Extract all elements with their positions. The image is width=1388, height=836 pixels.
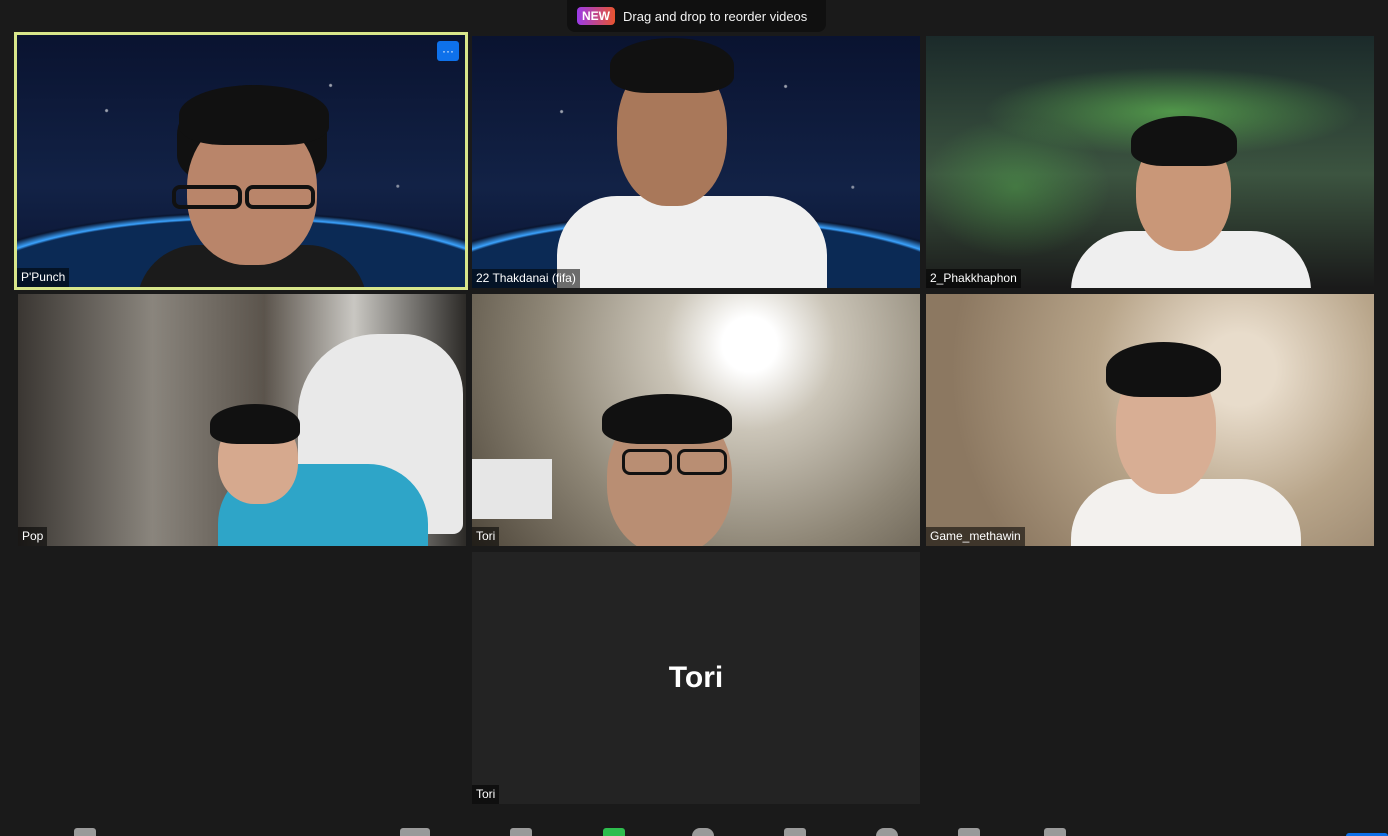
chat-icon[interactable] xyxy=(510,828,532,836)
video-tile-pop[interactable]: Pop xyxy=(18,294,466,546)
record-icon[interactable] xyxy=(692,828,714,836)
video-tile-tori-camera[interactable]: Tori xyxy=(472,294,920,546)
share-screen-icon[interactable] xyxy=(603,828,625,836)
participant-name-label: Pop xyxy=(18,527,48,546)
participant-name-label: Tori xyxy=(472,785,500,804)
participant-name-label: 22 Thakdanai (fifa) xyxy=(472,269,580,288)
video-tile-tori-no-video[interactable]: Tori Tori xyxy=(472,552,920,804)
participant-name-label: Tori xyxy=(472,527,500,546)
more-options-button[interactable]: ··· xyxy=(437,41,459,61)
meeting-toolbar xyxy=(0,824,1388,836)
new-badge: NEW xyxy=(577,7,615,25)
video-tile-thakdanai[interactable]: 22 Thakdanai (fifa) xyxy=(472,36,920,288)
participants-icon[interactable] xyxy=(400,828,430,836)
video-tile-game-methawin[interactable]: Game_methawin xyxy=(926,294,1374,546)
video-icon[interactable] xyxy=(74,828,96,836)
apps-icon[interactable] xyxy=(958,828,980,836)
video-tile-ppunch[interactable]: ··· P'Punch xyxy=(14,32,468,290)
participant-name-label: Game_methawin xyxy=(926,527,1025,546)
whiteboard-icon[interactable] xyxy=(1044,828,1066,836)
participant-name-label: P'Punch xyxy=(17,268,70,287)
participant-name-label: 2_Phakkhaphon xyxy=(926,269,1021,288)
reorder-videos-banner: NEW Drag and drop to reorder videos xyxy=(567,0,826,32)
participant-display-name: Tori xyxy=(668,661,724,694)
reactions-icon[interactable] xyxy=(876,828,898,836)
video-tile-phakkhaphon[interactable]: 2_Phakkhaphon xyxy=(926,36,1374,288)
breakout-rooms-icon[interactable] xyxy=(784,828,806,836)
banner-text: Drag and drop to reorder videos xyxy=(623,8,808,24)
